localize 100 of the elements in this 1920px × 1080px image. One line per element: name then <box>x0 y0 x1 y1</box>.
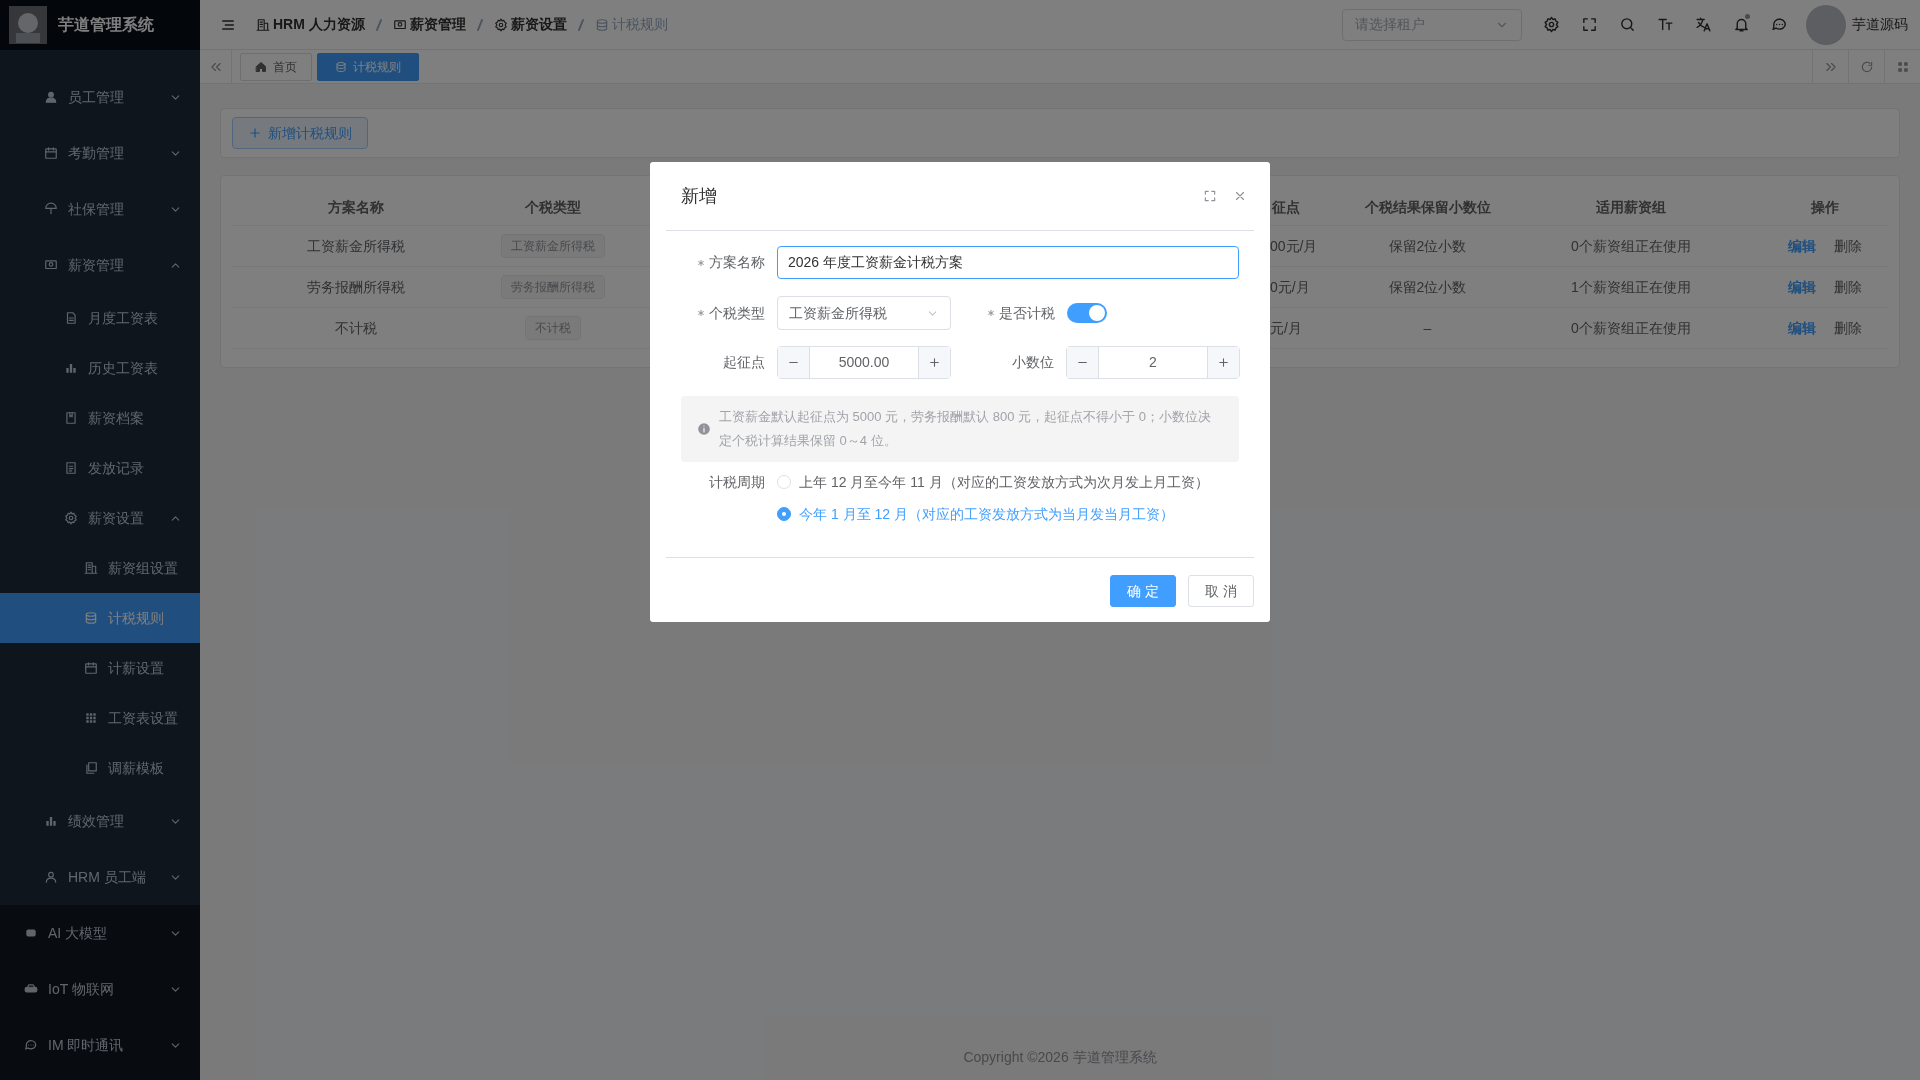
info-icon <box>697 422 711 436</box>
building-icon <box>84 561 98 575</box>
refresh-icon <box>1859 59 1874 74</box>
sidebar-item[interactable]: 薪资设置 <box>0 493 200 543</box>
bar-chart-icon <box>64 361 78 375</box>
fullscreen-icon <box>1203 189 1217 203</box>
plus-icon <box>1217 356 1230 369</box>
required-asterisk-icon <box>697 258 705 267</box>
document-icon <box>64 311 78 325</box>
sidebar-item[interactable]: 计税规则 <box>0 593 200 643</box>
book-icon <box>64 411 78 425</box>
list-icon <box>64 461 78 475</box>
person-icon <box>44 870 58 884</box>
delete-link[interactable]: 删除 <box>1834 317 1862 339</box>
user-icon <box>44 90 58 104</box>
sidebar-item[interactable]: 工资表设置 <box>0 693 200 743</box>
cash-icon <box>392 17 407 32</box>
table-cell: 元/月 <box>1270 319 1302 336</box>
cash-icon <box>44 258 58 272</box>
required-asterisk-icon <box>697 309 705 317</box>
table-cell: 保留2位小数 <box>1388 237 1467 254</box>
sidebar-item[interactable]: HRM 员工端 <box>0 849 200 905</box>
sidebar-item[interactable]: 调薪模板 <box>0 743 200 793</box>
home-icon <box>255 60 267 73</box>
edit-link[interactable]: 编辑 <box>1788 235 1816 257</box>
logo-icon <box>8 5 48 45</box>
radio-option[interactable]: 今年 1 月至 12 月（对应的工资发放方式为当月发当月工资） <box>777 502 1209 526</box>
breadcrumb-link[interactable]: 薪资管理 <box>392 14 466 35</box>
search-icon <box>1618 16 1636 33</box>
fullscreen-icon <box>1580 16 1598 33</box>
calendar-icon <box>84 661 98 675</box>
sidebar-item[interactable]: 员工管理 <box>0 69 200 125</box>
cancel-button[interactable]: 取 消 <box>1188 575 1254 607</box>
avatar[interactable] <box>1806 4 1846 45</box>
tax-type-select[interactable]: 工资薪金所得税 <box>777 296 951 330</box>
table-cell: 00元/月 <box>1270 237 1318 254</box>
umbrella-icon <box>44 202 58 216</box>
hint-text: 工资薪金默认起征点为 5000 元，劳务报酬默认 800 元，起征点不得小于 0；小数位决定个税计算结果保留 0～4 位。 <box>719 408 1212 450</box>
bell-icon <box>1732 16 1750 33</box>
breadcrumb-link[interactable]: HRM 人力资源 <box>256 14 365 35</box>
edit-link[interactable]: 编辑 <box>1788 276 1816 298</box>
user-name[interactable]: 芋道源码 <box>1852 14 1908 35</box>
grid-icon <box>84 711 98 725</box>
chip-icon <box>24 926 38 940</box>
table-cell: 工资薪金所得税 <box>307 237 405 254</box>
sidebar-item[interactable]: 考勤管理 <box>0 125 200 181</box>
settings-icon <box>64 511 78 525</box>
table-cell: 保留2位小数 <box>1388 278 1467 295</box>
chat-icon <box>1770 16 1788 33</box>
field-label: 起征点 <box>723 353 765 372</box>
field-label: 是否计税 <box>999 303 1055 323</box>
table-cell: – <box>1423 319 1432 336</box>
column-header: 征点 <box>1272 199 1300 215</box>
sidebar-item[interactable]: 计薪设置 <box>0 643 200 693</box>
field-label: 计税周期 <box>709 472 765 492</box>
building-icon <box>256 17 270 32</box>
table-cell: 0元/月 <box>1270 278 1310 295</box>
delete-link[interactable]: 删除 <box>1834 235 1862 257</box>
decimals-number-field[interactable]: 2 <box>1066 346 1240 379</box>
sidebar-item[interactable]: 发放记录 <box>0 443 200 493</box>
settings-icon <box>493 17 508 32</box>
settings-icon <box>1542 16 1560 33</box>
breadcrumb-link[interactable]: 薪资设置 <box>493 14 567 35</box>
column-header: 方案名称 <box>328 199 384 215</box>
table-cell: 不计税 <box>335 319 377 336</box>
confirm-button[interactable]: 确 定 <box>1110 575 1177 607</box>
table-cell: 0个薪资组正在使用 <box>1571 237 1691 254</box>
sidebar-item[interactable]: 薪资组设置 <box>0 543 200 593</box>
radio-option[interactable]: 上年 12 月至今年 11 月（对应的工资发放方式为次月发上月工资） <box>777 470 1209 494</box>
edit-link[interactable]: 编辑 <box>1788 317 1816 339</box>
field-label: 小数位 <box>1012 353 1054 372</box>
delete-link[interactable]: 删除 <box>1834 276 1862 298</box>
field-label: 方案名称 <box>709 253 765 272</box>
column-header: 适用薪资组 <box>1596 199 1666 215</box>
sidebar-item[interactable]: 绩效管理 <box>0 793 200 849</box>
bar-chart-icon <box>44 814 58 828</box>
plan-name-field[interactable]: 2026 年度工资薪金计税方案 <box>777 246 1239 279</box>
sidebar-item[interactable]: IM 即时通讯 <box>0 1017 200 1073</box>
sidebar-item[interactable]: 历史工资表 <box>0 343 200 393</box>
sidebar-item[interactable]: 薪资档案 <box>0 393 200 443</box>
sidebar-item[interactable]: 薪资管理 <box>0 237 200 293</box>
grid-icon <box>1895 59 1910 74</box>
app-title: 芋道管理系统 <box>58 15 154 35</box>
sidebar-item[interactable]: IoT 物联网 <box>0 961 200 1017</box>
column-header: 个税结果保留小数位 <box>1364 199 1491 215</box>
database-icon <box>84 611 98 625</box>
router-icon <box>24 982 38 996</box>
sidebar-item[interactable]: AI 大模型 <box>0 905 200 961</box>
tab[interactable]: 计税规则 <box>317 52 419 81</box>
threshold-number-field[interactable]: 5000.00 <box>777 346 951 379</box>
table-cell: 1个薪资组正在使用 <box>1571 278 1691 295</box>
sidebar-item[interactable]: 月度工资表 <box>0 293 200 343</box>
required-asterisk-icon <box>987 309 995 317</box>
tax-switch[interactable] <box>1067 303 1107 323</box>
close-icon <box>1233 189 1247 203</box>
plus-icon <box>248 126 262 140</box>
add-button[interactable]: 新增计税规则 <box>232 117 368 149</box>
tab[interactable]: 首页 <box>240 52 312 81</box>
sidebar-item[interactable]: 社保管理 <box>0 181 200 237</box>
radio-button[interactable] <box>777 507 791 521</box>
